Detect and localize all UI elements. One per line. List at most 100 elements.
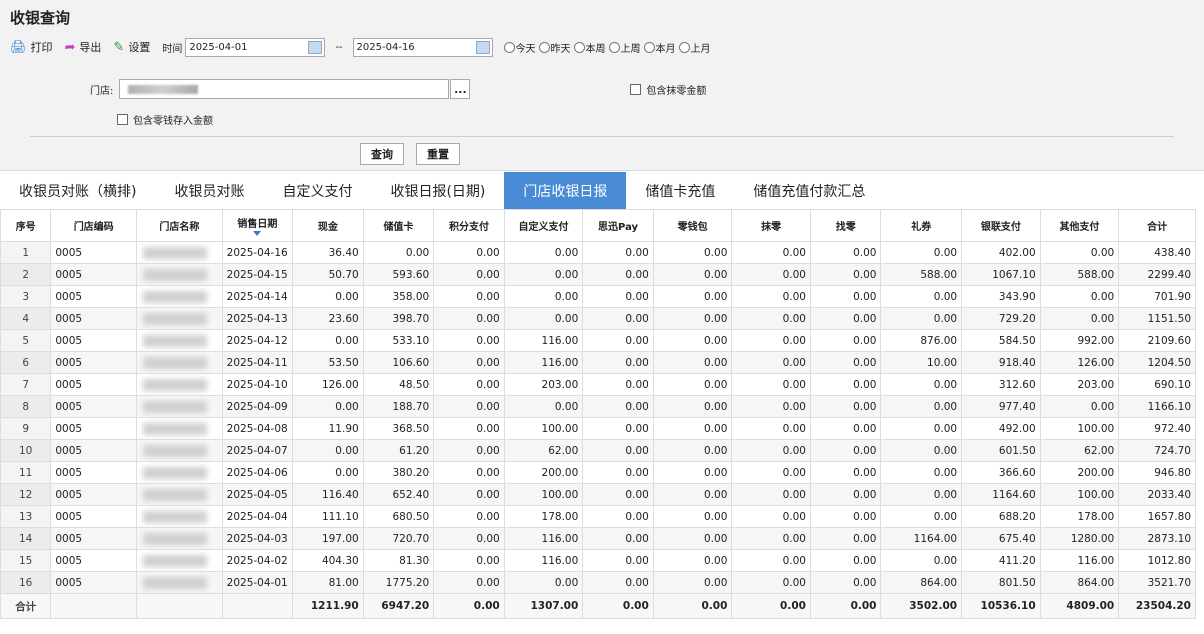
column-header[interactable]: 积分支付 <box>433 209 505 242</box>
amount-cell: 0.00 <box>809 373 882 396</box>
checkbox-box[interactable] <box>117 114 128 125</box>
amount-cell: 0.00 <box>433 571 505 594</box>
date-from-input[interactable]: 2025-04-01 <box>185 37 326 57</box>
quick-range-radio[interactable]: 本周 <box>573 40 606 55</box>
settings-button[interactable]: ✎ 设置 <box>113 39 150 55</box>
column-header[interactable]: 礼券 <box>880 209 963 242</box>
amount-cell: 116.00 <box>503 329 584 352</box>
calendar-icon[interactable] <box>475 40 490 54</box>
amount-cell: 0.00 <box>809 329 882 352</box>
table-row[interactable]: 6 0005 2025-04-11 53.50 106.60 0.00 116.00 0.00… <box>0 351 1196 374</box>
calendar-icon[interactable] <box>308 40 323 54</box>
table-row[interactable]: 9 0005 2025-04-08 11.90 368.50 0.00 100.00 0.00… <box>0 417 1196 440</box>
table-row[interactable]: 15 0005 2025-04-02 404.30 81.30 0.00 116.00 0.0… <box>0 549 1196 572</box>
redacted-text <box>143 423 208 435</box>
column-header[interactable]: 银联支付 <box>961 209 1041 242</box>
table-row[interactable]: 1 0005 2025-04-16 36.40 0.00 0.00 0.00 0.00 0.00… <box>0 241 1196 264</box>
table-row[interactable]: 10 0005 2025-04-07 0.00 61.20 0.00 62.00 0.00 0.… <box>0 439 1196 462</box>
amount-cell: 380.20 <box>362 461 435 484</box>
amount-cell: 81.00 <box>292 571 364 594</box>
amount-cell: 946.80 <box>1118 461 1196 484</box>
quick-range-radio[interactable]: 上月 <box>678 40 711 55</box>
date-to-input[interactable]: 2025-04-16 <box>352 37 493 57</box>
column-header[interactable]: 门店编码 <box>50 209 138 242</box>
table-row[interactable]: 7 0005 2025-04-10 126.00 48.50 0.00 203.00 0.00… <box>0 373 1196 396</box>
amount-cell: 197.00 <box>292 527 364 550</box>
table-row[interactable]: 2 0005 2025-04-15 50.70 593.60 0.00 0.00 0.00 0.… <box>0 263 1196 286</box>
table-row[interactable]: 16 0005 2025-04-01 81.00 1775.20 0.00 0.00 0.00… <box>0 571 1196 594</box>
radio-circle[interactable] <box>538 41 550 53</box>
radio-circle[interactable] <box>573 41 585 53</box>
quick-range-radio[interactable]: 昨天 <box>538 40 571 55</box>
tab-4[interactable]: 门店收银日报 <box>504 172 627 209</box>
sale-date-cell: 2025-04-09 <box>221 395 294 418</box>
export-button[interactable]: ➦ 导出 <box>65 39 102 55</box>
tab-1[interactable]: 收银员对账 <box>155 172 263 209</box>
query-button[interactable]: 查询 <box>360 143 404 165</box>
radio-circle[interactable] <box>503 41 515 53</box>
amount-cell: 0.00 <box>1039 285 1120 308</box>
store-input[interactable] <box>119 79 450 99</box>
quick-range-radio[interactable]: 本月 <box>643 40 676 55</box>
amount-cell: 0.00 <box>809 439 882 462</box>
divider <box>30 136 1174 137</box>
amount-cell: 701.90 <box>1118 285 1196 308</box>
table-row[interactable]: 4 0005 2025-04-13 23.60 398.70 0.00 0.00 0.00 0.… <box>0 307 1196 330</box>
column-header[interactable]: 找零 <box>809 209 882 242</box>
include-rounding-checkbox[interactable]: 包含抹零金额 <box>630 82 706 97</box>
redacted-text <box>143 555 208 567</box>
amount-cell: 0.00 <box>731 549 811 572</box>
amount-cell: 0.00 <box>292 461 364 484</box>
column-header[interactable]: 合计 <box>1118 209 1196 242</box>
column-header[interactable]: 现金 <box>292 209 364 242</box>
tab-3[interactable]: 收银日报(日期) <box>371 172 504 209</box>
column-header[interactable]: 其他支付 <box>1039 209 1120 242</box>
amount-cell: 0.00 <box>433 527 505 550</box>
amount-cell: 0.00 <box>582 351 654 374</box>
column-header[interactable]: 思迅Pay <box>582 209 654 242</box>
column-header[interactable]: 门店名称 <box>136 209 223 242</box>
checkbox-box[interactable] <box>630 83 642 95</box>
action-buttons: 查询 重置 <box>360 143 472 165</box>
store-picker-button[interactable]: ... <box>450 79 471 99</box>
table-row[interactable]: 12 0005 2025-04-05 116.40 652.40 0.00 100.00 0.… <box>0 483 1196 506</box>
tab-2[interactable]: 自定义支付 <box>263 172 371 209</box>
table-row[interactable]: 8 0005 2025-04-09 0.00 188.70 0.00 0.00 0.00 0.0… <box>0 395 1196 418</box>
row-number: 5 <box>0 329 52 352</box>
include-change-deposit-checkbox[interactable]: 包含零钱存入金额 <box>117 112 213 127</box>
column-header[interactable]: 销售日期 <box>221 209 294 242</box>
table-row[interactable]: 11 0005 2025-04-06 0.00 380.20 0.00 200.00 0.00… <box>0 461 1196 484</box>
store-code-cell: 0005 <box>50 241 138 264</box>
column-header[interactable]: 自定义支付 <box>503 209 584 242</box>
sale-date-cell: 2025-04-12 <box>221 329 294 352</box>
tab-0[interactable]: 收银员对账（横排) <box>0 172 155 209</box>
quick-range-radio[interactable]: 上周 <box>608 40 641 55</box>
radio-circle[interactable] <box>678 41 690 53</box>
column-header-label: 自定义支付 <box>518 222 569 233</box>
print-button[interactable]: 🖨 打印 <box>10 39 53 55</box>
table-row[interactable]: 14 0005 2025-04-03 197.00 720.70 0.00 116.00 0.… <box>0 527 1196 550</box>
amount-cell: 593.60 <box>362 263 435 286</box>
column-header[interactable]: 零钱包 <box>652 209 733 242</box>
store-code-cell: 0005 <box>50 483 138 506</box>
amount-cell: 918.40 <box>961 351 1041 374</box>
amount-cell: 0.00 <box>809 483 882 506</box>
column-header[interactable]: 序号 <box>0 209 52 242</box>
table-row[interactable]: 13 0005 2025-04-04 111.10 680.50 0.00 178.00 0.… <box>0 505 1196 528</box>
radio-circle[interactable] <box>608 41 620 53</box>
row-number: 4 <box>0 307 52 330</box>
reset-button[interactable]: 重置 <box>416 143 460 165</box>
table-row[interactable]: 5 0005 2025-04-12 0.00 533.10 0.00 116.00 0.00 0… <box>0 329 1196 352</box>
tab-6[interactable]: 储值充值付款汇总 <box>734 172 884 209</box>
column-header[interactable]: 储值卡 <box>362 209 435 242</box>
tab-5[interactable]: 储值卡充值 <box>626 172 734 209</box>
amount-cell: 0.00 <box>731 417 811 440</box>
radio-circle[interactable] <box>643 41 655 53</box>
sort-desc-icon[interactable] <box>253 231 262 236</box>
amount-cell: 992.00 <box>1039 329 1120 352</box>
toolbar: 🖨 打印 ➦ 导出 ✎ 设置 时间 2025-04-01 -- 2025-04-… <box>10 36 711 58</box>
table-row[interactable]: 3 0005 2025-04-14 0.00 358.00 0.00 0.00 0.00 0.0… <box>0 285 1196 308</box>
quick-range-radio[interactable]: 今天 <box>503 40 536 55</box>
amount-cell: 601.50 <box>961 439 1041 462</box>
column-header[interactable]: 抹零 <box>731 209 811 242</box>
